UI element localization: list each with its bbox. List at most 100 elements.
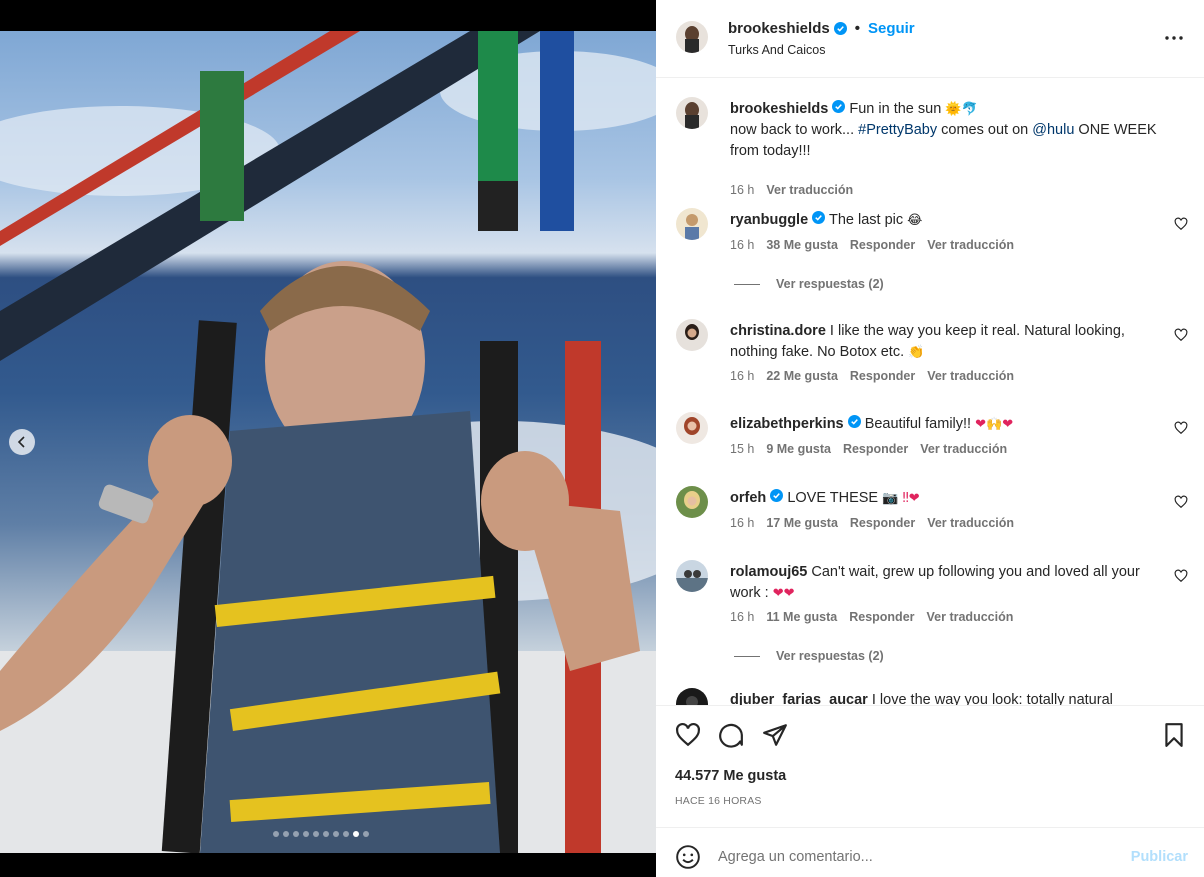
author-username[interactable]: brookeshields [728, 20, 830, 37]
comment-likes[interactable]: 9 Me gusta [766, 442, 831, 456]
publish-button[interactable]: Publicar [1131, 849, 1188, 865]
follow-button[interactable]: Seguir [868, 20, 915, 37]
view-replies-label: Ver respuestas (2) [776, 277, 884, 291]
view-replies-button[interactable]: Ver respuestas (2) [734, 277, 884, 291]
comment-text: rolamouj65 Can't wait, grew up following… [730, 562, 1160, 604]
caption-line2-start: now back to work... [730, 122, 859, 138]
chevron-left-icon [17, 436, 25, 448]
heart-icon[interactable] [675, 722, 701, 748]
carousel-dot [313, 831, 319, 837]
translate-button[interactable]: Ver traducción [927, 610, 1014, 624]
reply-button[interactable]: Responder [850, 516, 915, 530]
comment-meta: 16 h 17 Me gusta Responder Ver traducció… [730, 516, 1014, 530]
comment-body: Beautiful family!! [864, 416, 972, 432]
comment-icon[interactable] [718, 722, 744, 748]
hashtag-link[interactable]: #PrettyBaby [858, 122, 937, 138]
comment-text: ryanbuggle The last pic 😂 [730, 210, 1160, 231]
caption-line1: Fun in the sun [849, 101, 942, 117]
comment-likes[interactable]: 38 Me gusta [766, 238, 838, 252]
comment-likes[interactable]: 11 Me gusta [766, 610, 837, 624]
comment-username[interactable]: rolamouj65 [730, 564, 807, 580]
heart-icon[interactable] [1174, 421, 1188, 435]
mention-link[interactable]: @hulu [1032, 122, 1074, 138]
avatar[interactable] [676, 319, 708, 351]
caption-text: brookeshields Fun in the sun 🌞🐬 now back… [730, 99, 1160, 162]
reply-button[interactable]: Responder [849, 610, 914, 624]
comment-text: djuber_farias_aucar I love the way you l… [730, 690, 1160, 705]
avatar[interactable] [676, 97, 708, 129]
carousel-dot [273, 831, 279, 837]
comment-likes[interactable]: 22 Me gusta [766, 369, 838, 383]
post-photo [0, 31, 656, 853]
comment-time[interactable]: 16 h [730, 238, 754, 252]
caption-meta: 16 h Ver traducción [730, 183, 853, 197]
emoji-icon[interactable] [675, 844, 701, 870]
comment-body: LOVE THESE [787, 490, 879, 506]
caption-line2-middle: comes out on [937, 122, 1033, 138]
translate-button[interactable]: Ver traducción [927, 369, 1014, 383]
translate-button[interactable]: Ver traducción [927, 516, 1014, 530]
avatar[interactable] [676, 412, 708, 444]
reply-button[interactable]: Responder [850, 238, 915, 252]
commenter-avatar-image [676, 560, 708, 592]
comment-meta: 16 h 38 Me gusta Responder Ver traducció… [730, 238, 1014, 252]
post-side-panel: brookeshields • Seguir Turks And Caicos [656, 0, 1204, 877]
comment-time[interactable]: 16 h [730, 516, 754, 530]
comment-likes[interactable]: 17 Me gusta [766, 516, 838, 530]
post-media-pane [0, 0, 656, 877]
translate-button[interactable]: Ver traducción [927, 238, 1014, 252]
carousel-dot [333, 831, 339, 837]
comment-username[interactable]: ryanbuggle [730, 212, 808, 228]
comment-time[interactable]: 16 h [730, 610, 754, 624]
bookmark-icon[interactable] [1161, 722, 1187, 748]
translate-button[interactable]: Ver traducción [920, 442, 1007, 456]
author-row: brookeshields • Seguir [728, 20, 915, 37]
view-replies-label: Ver respuestas (2) [776, 649, 884, 663]
comments-list[interactable]: brookeshields Fun in the sun 🌞🐬 now back… [656, 79, 1204, 705]
avatar[interactable] [676, 688, 708, 705]
comment-time[interactable]: 15 h [730, 442, 754, 456]
comment-time[interactable]: 16 h [730, 369, 754, 383]
carousel-indicator [273, 831, 369, 837]
comment-username[interactable]: djuber_farias_aucar [730, 692, 868, 705]
verified-badge-icon [832, 100, 846, 113]
post-location[interactable]: Turks And Caicos [728, 43, 826, 57]
comment-username[interactable]: christina.dore [730, 323, 826, 339]
caption-time[interactable]: 16 h [730, 183, 754, 197]
heart-icon[interactable] [1174, 495, 1188, 509]
comment-composer: Publicar [656, 827, 1204, 877]
reply-button[interactable]: Responder [850, 369, 915, 383]
carousel-dot [323, 831, 329, 837]
caption-username[interactable]: brookeshields [730, 101, 828, 117]
heart-icon[interactable] [1174, 328, 1188, 342]
likes-count[interactable]: 44.577 Me gusta [675, 768, 786, 784]
share-icon[interactable] [762, 722, 788, 748]
avatar[interactable] [676, 208, 708, 240]
carousel-prev-button[interactable] [9, 429, 35, 455]
comment-meta: 15 h 9 Me gusta Responder Ver traducción [730, 442, 1007, 456]
comment-emoji: 😂 [907, 213, 923, 228]
comment-body: I love the way you look: totally natural [871, 692, 1113, 705]
comment-input[interactable] [718, 842, 1098, 872]
comment-username[interactable]: elizabethperkins [730, 416, 844, 432]
avatar[interactable] [676, 486, 708, 518]
caption-emoji: 🌞🐬 [945, 102, 978, 117]
translate-button[interactable]: Ver traducción [766, 183, 853, 197]
reply-button[interactable]: Responder [843, 442, 908, 456]
carousel-dot [293, 831, 299, 837]
parasail-photo-illustration [0, 31, 656, 853]
comment-username[interactable]: orfeh [730, 490, 766, 506]
avatar[interactable] [676, 21, 708, 53]
comment-text: elizabethperkins Beautiful family!! ❤🙌❤ [730, 414, 1160, 435]
view-replies-button[interactable]: Ver respuestas (2) [734, 649, 884, 663]
comment-emoji: ❤❤ [772, 586, 795, 601]
heart-icon[interactable] [1174, 217, 1188, 231]
commenter-avatar-image [676, 319, 708, 351]
instagram-post-modal: brookeshields • Seguir Turks And Caicos [0, 0, 1204, 877]
more-horizontal-icon[interactable] [1162, 26, 1186, 50]
comment-text: orfeh LOVE THESE 📷 ‼❤ [730, 488, 1160, 509]
carousel-dot [283, 831, 289, 837]
avatar[interactable] [676, 560, 708, 592]
post-timestamp[interactable]: HACE 16 HORAS [675, 795, 762, 807]
heart-icon[interactable] [1174, 569, 1188, 583]
